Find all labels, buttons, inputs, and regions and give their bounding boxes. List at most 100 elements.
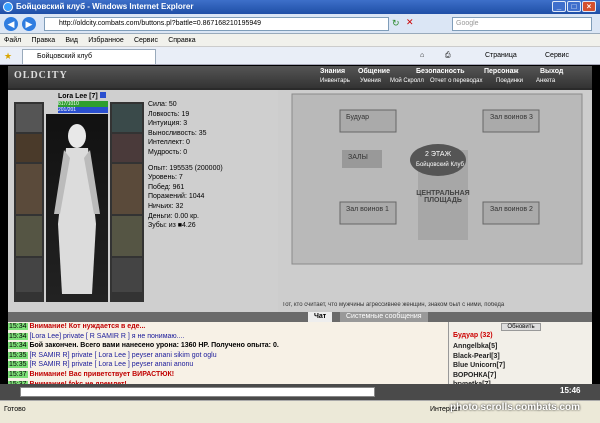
subnav-profile[interactable]: Анкета [536, 78, 555, 84]
helmet-slot[interactable] [16, 104, 42, 132]
stat-strength: Сила: 50 [148, 101, 177, 108]
stat-agility: Ловкость: 19 [148, 110, 190, 118]
chat-line: 15:35 [R SAMIR R] private [ Lora Lee ] p… [8, 360, 448, 370]
fight-club-label[interactable]: Бойцовский Клуб [416, 162, 464, 168]
chat-text: [R SAMIR R] private [ Lora Lee ] peyser … [29, 361, 194, 369]
menu-help[interactable]: Справка [164, 34, 199, 47]
belt-slot[interactable] [16, 258, 42, 292]
armor-slot[interactable] [16, 216, 42, 256]
chat-timestamp[interactable]: 15:34 [8, 332, 28, 340]
refresh-button[interactable]: Обновить [501, 323, 541, 331]
central-square-label[interactable]: ЦЕНТРАЛЬНАЯ ПЛОЩАДЬ [413, 190, 473, 204]
character-level: [7] [89, 93, 98, 100]
tab-system-messages[interactable]: Системные сообщения [340, 312, 428, 322]
chat-text: [R SAMIR R] private [ Lora Lee ] peyser … [29, 351, 217, 359]
chat-log: 15:34 Внимание! Кот нуждается в еде... 15… [8, 322, 448, 384]
subnav-skills[interactable]: Умения [360, 78, 381, 84]
room-warriors-2[interactable]: Зал воинов 2 [490, 206, 533, 213]
bracers-slot[interactable] [16, 134, 42, 162]
search-input[interactable]: Google [452, 17, 592, 31]
boots-slot[interactable] [112, 258, 142, 292]
chat-timestamp[interactable]: 15:35 [8, 351, 28, 359]
gloves-slot[interactable] [112, 134, 142, 162]
chat-input[interactable] [20, 387, 375, 397]
weapon-slot[interactable] [16, 164, 42, 214]
menu-favorites[interactable]: Избранное [84, 34, 127, 47]
refresh-icon[interactable]: ↻ [392, 18, 400, 29]
online-user[interactable]: Anngelbka[5] [453, 342, 591, 352]
room-title: Будуар (32) [453, 332, 493, 339]
chat-text: Внимание! Кот нуждается в еде... [29, 323, 146, 330]
online-user[interactable]: Blue Unicorn[7] [453, 361, 591, 371]
chat-line: 15:34 Бой закончен. Всего вами нанесено … [8, 341, 448, 351]
nav-security[interactable]: Безопасность [416, 68, 465, 75]
tab-fight-club[interactable]: Бойцовский клуб [22, 49, 156, 64]
nav-knowledge[interactable]: Знания [320, 68, 345, 75]
subnav-fights[interactable]: Поединки [496, 78, 523, 84]
chat-text: Внимание! Вас приветствует ВИРАСТЮК! [29, 370, 175, 378]
game-frame: OLDCITY Знания Общение Безопасность Перс… [8, 66, 592, 384]
menu-bar: Файл Правка Вид Избранное Сервис Справка [0, 34, 600, 47]
ring-slot[interactable] [112, 104, 142, 132]
left-equipment-slots [14, 102, 44, 302]
ie-logo-icon [3, 2, 13, 12]
right-equipment-slots [110, 102, 144, 302]
online-list: Обновить Будуар (32) Anngelbka[5] Black-P… [448, 322, 592, 384]
tab-chat[interactable]: Чат [308, 312, 333, 322]
chat-line: 15:34 Внимание! Кот нуждается в еде... [8, 322, 448, 332]
menu-view[interactable]: Вид [61, 34, 82, 47]
subnav-scroll[interactable]: Мой Скролл [390, 78, 424, 84]
character-name-row: Lora Lee [7] [58, 92, 106, 100]
favorites-star-icon[interactable]: ★ [4, 51, 12, 62]
stat-experience: Опыт: 195535 (200000) [148, 164, 223, 172]
nav-exit[interactable]: Выход [540, 68, 563, 75]
character-name[interactable]: Lora Lee [58, 93, 87, 100]
chat-timestamp[interactable]: 15:35 [8, 361, 28, 369]
stat-intuition: Интуиция: 3 [148, 120, 188, 128]
chat-timestamp[interactable]: 15:34 [8, 342, 28, 350]
print-icon[interactable]: ⎙ [445, 51, 451, 61]
tools-menu[interactable]: Сервис [545, 51, 569, 61]
subnav-inventory[interactable]: Инвентарь [320, 78, 350, 84]
stat-wins: Побед: 961 [148, 183, 185, 191]
mana-bar: 201/201 [58, 107, 108, 113]
room-warriors-1[interactable]: Зал воинов 1 [346, 206, 389, 213]
stop-icon[interactable]: ✕ [406, 17, 414, 28]
forward-icon[interactable]: ▶ [22, 17, 36, 31]
menu-edit[interactable]: Правка [27, 34, 59, 47]
room-halls[interactable]: ЗАЛЫ [348, 154, 368, 161]
stats-block: Сила: 50 Ловкость: 19 Интуиция: 3 Выносл… [148, 100, 278, 231]
room-boudoir[interactable]: Будуар [346, 114, 369, 121]
stat-wisdom: Мудрость: 0 [148, 148, 188, 156]
stat-level: Уровень: 7 [148, 174, 183, 182]
oldcity-logo: OLDCITY [14, 70, 68, 81]
address-bar-area: ◀ ▶ http://oldcity.combats.com/buttons.p… [0, 14, 600, 34]
menu-tools[interactable]: Сервис [130, 34, 162, 47]
stat-endurance: Выносливость: 35 [148, 129, 207, 137]
online-user[interactable]: ВОРОНКА[7] [453, 371, 591, 381]
close-button[interactable]: × [582, 1, 596, 12]
nav-communication[interactable]: Общение [358, 68, 390, 75]
pants-slot[interactable] [112, 216, 142, 256]
tab-bar: ★ Бойцовский клуб ⌂ ⎙ Страница Сервис [0, 47, 600, 65]
url-field[interactable]: http://oldcity.combats.com/buttons.pl?ba… [44, 17, 389, 31]
maximize-button[interactable]: □ [567, 1, 581, 12]
shield-slot[interactable] [112, 164, 142, 214]
chat-timestamp[interactable]: 15:37 [8, 370, 28, 378]
back-icon[interactable]: ◀ [4, 17, 18, 31]
chat-timestamp[interactable]: 15:34 [8, 323, 28, 330]
chat-tabs: Чат Системные сообщения [8, 312, 592, 322]
nav-character[interactable]: Персонаж [484, 68, 518, 75]
menu-file[interactable]: Файл [0, 34, 25, 47]
page-menu[interactable]: Страница [485, 51, 517, 61]
minimize-button[interactable]: _ [552, 1, 566, 12]
subnav-transfers[interactable]: Отчет о переводах [430, 78, 483, 84]
stat-intellect: Интеллект: 0 [148, 139, 190, 147]
room-warriors-3[interactable]: Зал воинов 3 [490, 114, 533, 121]
info-icon[interactable] [99, 92, 106, 98]
character-avatar[interactable] [46, 114, 108, 302]
watermark: photo.scrolls.combats.com [450, 402, 581, 413]
home-icon[interactable]: ⌂ [420, 51, 424, 61]
status-bar: Готово Интернет photo.scrolls.combats.co… [0, 400, 600, 423]
online-user[interactable]: Black-Pearl[3] [453, 352, 591, 362]
